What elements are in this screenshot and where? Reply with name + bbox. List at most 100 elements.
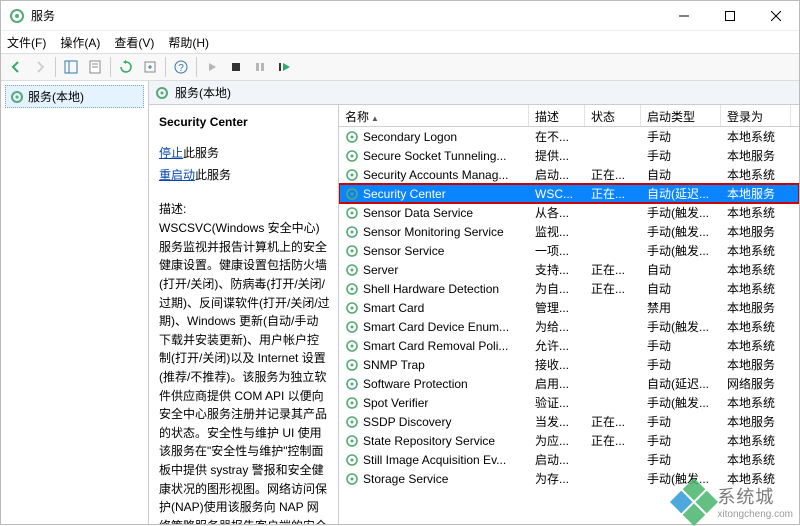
service-startup-cell: 手动 — [641, 413, 721, 430]
service-name-cell: State Repository Service — [363, 434, 495, 448]
minimize-button[interactable] — [661, 1, 707, 31]
service-logon-cell: 本地服务 — [721, 223, 791, 240]
service-name-cell: Sensor Monitoring Service — [363, 225, 504, 239]
service-desc-cell: 一项... — [529, 242, 585, 259]
service-name-cell: Sensor Data Service — [363, 206, 473, 220]
menu-help[interactable]: 帮助(H) — [168, 34, 209, 51]
stop-service-button[interactable] — [225, 56, 247, 78]
service-name-cell: Smart Card Removal Poli... — [363, 339, 508, 353]
service-row[interactable]: Sensor Data Service从各...手动(触发...本地系统 — [339, 203, 799, 222]
service-startup-cell: 手动(触发... — [641, 223, 721, 240]
service-startup-cell: 手动(触发... — [641, 242, 721, 259]
menu-action[interactable]: 操作(A) — [60, 34, 100, 51]
description-label: 描述: — [159, 200, 330, 217]
service-startup-cell: 手动 — [641, 432, 721, 449]
show-hide-tree-button[interactable] — [60, 56, 82, 78]
service-row[interactable]: Shell Hardware Detection为自...正在...自动本地系统 — [339, 279, 799, 298]
service-row[interactable]: Sensor Monitoring Service 监视... 手动(触发...本地… — [339, 222, 799, 241]
service-row[interactable]: Storage Service为存...手动(触发...本地系统 — [339, 469, 799, 488]
help-button[interactable]: ? — [170, 56, 192, 78]
back-button[interactable] — [5, 56, 27, 78]
tree-root-label: 服务(本地) — [28, 88, 84, 105]
service-rows[interactable]: Secondary Logon在不...手动本地系统Secure Socket … — [339, 127, 799, 524]
gear-icon — [345, 320, 359, 334]
service-logon-cell: 本地系统 — [721, 128, 791, 145]
pause-service-button[interactable] — [249, 56, 271, 78]
right-header: 服务(本地) — [149, 81, 799, 105]
col-startup-type[interactable]: 启动类型 — [641, 105, 721, 126]
service-logon-cell: 本地服务 — [721, 356, 791, 373]
forward-button[interactable] — [29, 56, 51, 78]
col-description[interactable]: 描述 — [529, 105, 585, 126]
service-row[interactable]: Smart Card Removal Poli...允许...手动本地系统 — [339, 336, 799, 355]
service-startup-cell: 手动(触发... — [641, 394, 721, 411]
service-desc-cell: 允许... — [529, 337, 585, 354]
gear-icon — [345, 282, 359, 296]
service-row[interactable]: SNMP Trap接收...手动本地服务 — [339, 355, 799, 374]
app-icon — [9, 8, 25, 24]
restart-service-button[interactable] — [273, 56, 295, 78]
start-service-button[interactable] — [201, 56, 223, 78]
gear-icon — [345, 301, 359, 315]
service-name-cell: Shell Hardware Detection — [363, 282, 499, 296]
maximize-button[interactable] — [707, 1, 753, 31]
service-row[interactable]: Software Protection启用...自动(延迟...网络服务 — [339, 374, 799, 393]
service-row[interactable]: Secondary Logon在不...手动本地系统 — [339, 127, 799, 146]
service-row[interactable]: SSDP Discovery当发...正在...手动本地服务 — [339, 412, 799, 431]
service-row[interactable]: Secure Socket Tunneling...提供...手动本地服务 — [339, 146, 799, 165]
service-status-cell: 正在... — [585, 166, 641, 183]
service-row[interactable]: Sensor Service一项...手动(触发...本地系统 — [339, 241, 799, 260]
col-logon-as[interactable]: 登录为 — [721, 105, 791, 126]
service-row[interactable]: Smart Card 管理... 禁用本地服务 — [339, 298, 799, 317]
service-startup-cell: 手动 — [641, 337, 721, 354]
gear-icon — [345, 244, 359, 258]
col-status[interactable]: 状态 — [585, 105, 641, 126]
tree-root-services-local[interactable]: 服务(本地) — [5, 85, 144, 108]
stop-suffix: 此服务 — [183, 146, 219, 160]
service-desc-cell: 当发... — [529, 413, 585, 430]
service-status-cell: 正在... — [585, 413, 641, 430]
column-headers: 名称▲ 描述 状态 启动类型 登录为 — [339, 105, 799, 127]
service-desc-cell: 管理... — [529, 299, 585, 316]
service-row[interactable]: Smart Card Device Enum...为给...手动(触发...本地… — [339, 317, 799, 336]
properties-button[interactable] — [84, 56, 106, 78]
service-logon-cell: 本地服务 — [721, 299, 791, 316]
service-desc-cell: 验证... — [529, 394, 585, 411]
service-row[interactable]: Security Accounts Manag...启动...正在...自动本地… — [339, 165, 799, 184]
service-row[interactable]: Security CenterWSC...正在...自动(延迟...本地服务 — [339, 184, 799, 203]
menu-file[interactable]: 文件(F) — [7, 34, 46, 51]
service-desc-cell: 监视... — [529, 223, 585, 240]
close-button[interactable] — [753, 1, 799, 31]
gear-icon — [345, 339, 359, 353]
refresh-button[interactable] — [115, 56, 137, 78]
service-logon-cell: 本地系统 — [721, 394, 791, 411]
menu-view[interactable]: 查看(V) — [114, 34, 154, 51]
service-desc-cell: 启动... — [529, 166, 585, 183]
service-row[interactable]: Server支持...正在...自动本地系统 — [339, 260, 799, 279]
service-desc-cell: 支持... — [529, 261, 585, 278]
service-name-cell: Sensor Service — [363, 244, 444, 258]
service-list-pane: 名称▲ 描述 状态 启动类型 登录为 Secondary Logon在不...手… — [339, 105, 799, 524]
service-status-cell: 正在... — [585, 280, 641, 297]
service-desc-cell: 提供... — [529, 147, 585, 164]
col-name[interactable]: 名称▲ — [339, 105, 529, 126]
gear-icon — [345, 168, 359, 182]
gear-icon — [345, 396, 359, 410]
service-row[interactable]: Still Image Acquisition Ev...启动...手动本地系统 — [339, 450, 799, 469]
gear-icon — [345, 206, 359, 220]
service-startup-cell: 手动(触发... — [641, 204, 721, 221]
restart-service-link[interactable]: 重启动 — [159, 168, 195, 182]
service-logon-cell: 本地服务 — [721, 185, 791, 202]
service-name-cell: Spot Verifier — [363, 396, 428, 410]
service-desc-cell: 启用... — [529, 375, 585, 392]
service-name-cell: Secondary Logon — [363, 130, 457, 144]
service-row[interactable]: State Repository Service为应...正在...手动本地系统 — [339, 431, 799, 450]
gear-icon — [345, 434, 359, 448]
export-button[interactable] — [139, 56, 161, 78]
service-name-cell: Smart Card — [363, 301, 424, 315]
service-startup-cell: 禁用 — [641, 299, 721, 316]
gear-icon — [345, 225, 359, 239]
service-desc-cell: 接收... — [529, 356, 585, 373]
service-row[interactable]: Spot Verifier 验证... 手动(触发...本地系统 — [339, 393, 799, 412]
stop-service-link[interactable]: 停止 — [159, 146, 183, 160]
